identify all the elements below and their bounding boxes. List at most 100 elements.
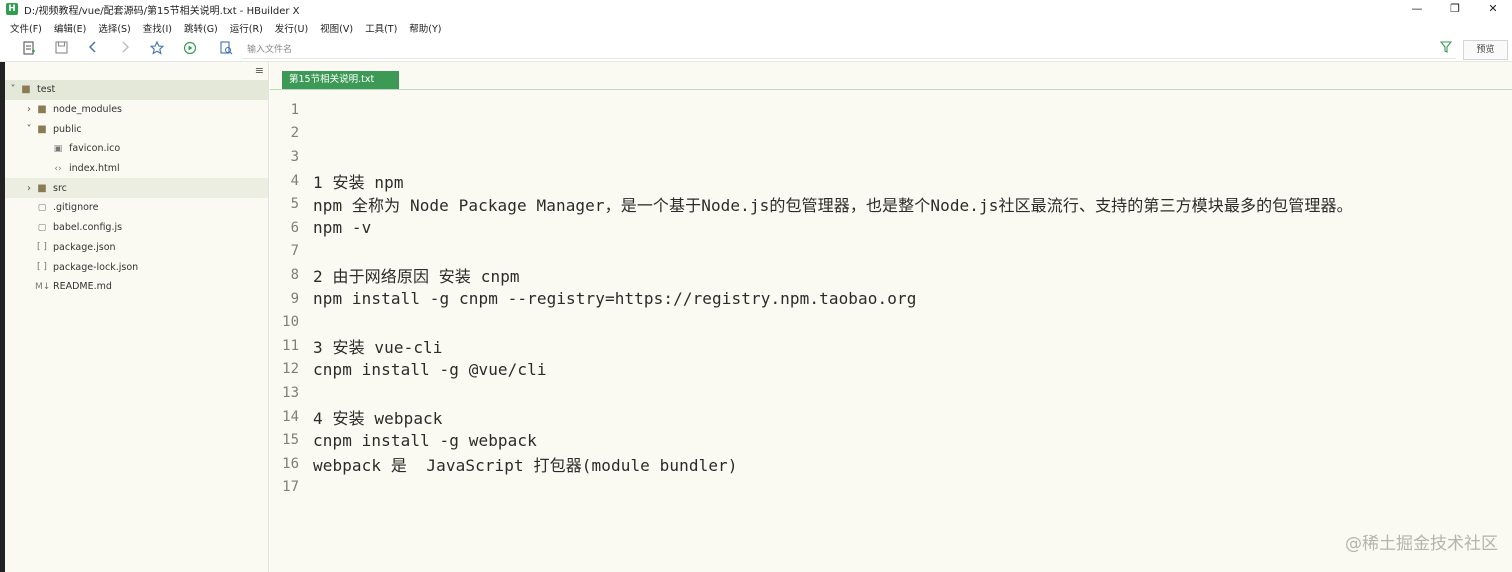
- line-number: 14: [282, 408, 299, 425]
- tree-item[interactable]: M↓ README.md: [5, 277, 268, 297]
- tree-item[interactable]: [ ] package-lock.json: [5, 257, 268, 277]
- chevron-down-icon[interactable]: ˅: [7, 84, 19, 95]
- tab-active-file[interactable]: 第15节相关说明.txt: [282, 71, 399, 89]
- tree-item-label: package-lock.json: [53, 261, 139, 273]
- html-icon: ‹›: [54, 163, 62, 174]
- line-number: 10: [282, 314, 299, 331]
- tree-item[interactable]: ▣ favicon.ico: [5, 139, 268, 159]
- window-controls: — ❐ ✕: [1398, 0, 1512, 18]
- star-icon[interactable]: [148, 40, 166, 59]
- tab-bar: 第15节相关说明.txt: [270, 62, 1512, 90]
- menu-view[interactable]: 视图(V): [320, 21, 353, 35]
- md-icon: M↓: [35, 281, 51, 292]
- menu-goto[interactable]: 跳转(G): [184, 21, 218, 35]
- menu-help[interactable]: 帮助(Y): [409, 21, 441, 35]
- tree-item[interactable]: ‹› index.html: [5, 159, 268, 179]
- code-text: cnpm install -g webpack: [313, 430, 537, 450]
- folder-icon: ■: [37, 104, 47, 116]
- tree-item-label: babel.config.js: [53, 222, 123, 234]
- toolbar: 预览: [0, 38, 1512, 62]
- line-number: 16: [282, 455, 299, 472]
- tree-item-label: public: [53, 123, 82, 135]
- tree-item-label: README.md: [53, 281, 112, 293]
- folder-icon: ■: [37, 182, 47, 194]
- chevron-right-icon[interactable]: ›: [23, 104, 35, 115]
- watermark: @稀土掘金技术社区: [1345, 534, 1498, 554]
- line-number: 13: [282, 384, 299, 401]
- tree-item[interactable]: ▢ babel.config.js: [5, 218, 268, 238]
- back-icon[interactable]: [84, 41, 102, 59]
- minimize-button[interactable]: —: [1398, 0, 1436, 18]
- tree-item-label: src: [53, 182, 67, 194]
- line-number: 17: [282, 479, 299, 496]
- title-bar: H D:/视频教程/vue/配套源码/第15节相关说明.txt - HBuild…: [0, 0, 1512, 18]
- tree-item[interactable]: ▢ .gitignore: [5, 198, 268, 218]
- tree-item[interactable]: ˅ ■ test: [5, 80, 268, 100]
- menu-find[interactable]: 查找(I): [143, 21, 172, 35]
- menu-run[interactable]: 运行(R): [230, 21, 263, 35]
- line-number: 3: [290, 148, 299, 165]
- tree-item[interactable]: › ■ src: [5, 178, 268, 199]
- new-file-icon[interactable]: [20, 41, 38, 59]
- tab-underline: [270, 89, 1512, 90]
- menu-file[interactable]: 文件(F): [10, 21, 42, 35]
- hbuilder-logo-icon: H: [6, 3, 18, 15]
- line-number: 8: [290, 266, 299, 283]
- tree-item-label: .gitignore: [53, 202, 99, 214]
- collapse-menu-icon[interactable]: ≡: [255, 65, 264, 77]
- menu-publish[interactable]: 发行(U): [275, 21, 308, 35]
- code-text: npm install -g cnpm --registry=https://r…: [313, 289, 917, 309]
- tree-item-label: node_modules: [53, 104, 123, 116]
- code-text: 4 安装 webpack: [313, 408, 443, 428]
- chevron-right-icon[interactable]: ›: [23, 183, 35, 194]
- file-open-icon[interactable]: [217, 41, 235, 59]
- chevron-down-icon[interactable]: ˅: [23, 124, 35, 135]
- json-icon: [ ]: [37, 242, 47, 253]
- line-number: 5: [290, 196, 299, 213]
- code-text: 1 安装 npm: [313, 172, 404, 192]
- file-icon: ▢: [37, 202, 47, 213]
- tree-item[interactable]: › ■ node_modules: [5, 100, 268, 120]
- tree-item[interactable]: ˅ ■ public: [5, 119, 268, 139]
- project-explorer: ≡ ˅ ■ test › ■ node_modules ˅ ■ public ▣ favicon.i…: [5, 62, 269, 572]
- image-icon: ▣: [53, 143, 63, 154]
- line-number: 7: [290, 243, 299, 260]
- menu-edit[interactable]: 编辑(E): [54, 21, 86, 35]
- line-number: 1: [290, 101, 299, 118]
- preview-button[interactable]: 预览: [1463, 40, 1508, 60]
- line-number: 9: [290, 290, 299, 307]
- line-number: 6: [290, 219, 299, 236]
- run-icon[interactable]: [181, 41, 199, 59]
- code-text: npm -v: [313, 218, 372, 238]
- save-icon[interactable]: [52, 41, 70, 59]
- hbuilder-window: H D:/视频教程/vue/配套源码/第15节相关说明.txt - HBuild…: [0, 0, 1512, 572]
- menu-bar: 文件(F) 编辑(E) 选择(S) 查找(I) 跳转(G) 运行(R) 发行(U…: [0, 18, 1512, 38]
- code-text: webpack 是 JavaScript 打包器(module bundler): [313, 455, 738, 475]
- file-name-input[interactable]: [242, 41, 1456, 59]
- json-icon: [ ]: [37, 262, 47, 273]
- tree-item-label: index.html: [69, 163, 120, 175]
- restore-button[interactable]: ❐: [1436, 0, 1474, 18]
- close-button[interactable]: ✕: [1474, 0, 1512, 18]
- tree-item-label: test: [37, 84, 56, 96]
- window-title: D:/视频教程/vue/配套源码/第15节相关说明.txt - HBuilder…: [24, 5, 300, 17]
- tree-item-label: favicon.ico: [69, 143, 121, 155]
- line-number: 15: [282, 432, 299, 449]
- line-number: 4: [290, 172, 299, 189]
- explorer-header: ≡: [5, 62, 268, 80]
- code-text: 3 安装 vue-cli: [313, 337, 443, 357]
- tree-item[interactable]: [ ] package.json: [5, 238, 268, 258]
- line-number: 11: [282, 337, 299, 354]
- code-text: cnpm install -g @vue/cli: [313, 359, 547, 379]
- file-icon: ▢: [37, 222, 47, 233]
- menu-select[interactable]: 选择(S): [98, 21, 130, 35]
- file-tree: ˅ ■ test › ■ node_modules ˅ ■ public ▣ favicon.ico…: [5, 80, 268, 297]
- menu-tools[interactable]: 工具(T): [365, 21, 397, 35]
- folder-icon: ■: [21, 84, 31, 96]
- editor-pane: 第15节相关说明.txt 12341 安装 npm 5 npm 全称为 Node P…: [270, 62, 1512, 572]
- folder-icon: ■: [37, 123, 47, 135]
- code-text: 2 由于网络原因 安装 cnpm: [313, 266, 520, 286]
- forward-icon[interactable]: [116, 41, 134, 59]
- filter-icon[interactable]: [1437, 41, 1455, 59]
- line-number: 12: [282, 361, 299, 378]
